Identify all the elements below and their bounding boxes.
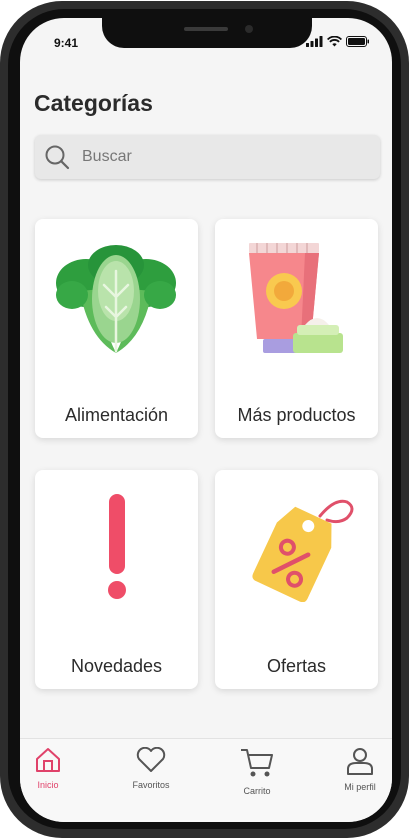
cream-tube-icon <box>249 243 343 353</box>
exclamation-icon <box>108 494 126 599</box>
page-title: Categorías <box>34 90 153 116</box>
category-label: Más productos <box>237 405 356 425</box>
category-card-alimentacion[interactable]: Alimentación <box>35 219 198 438</box>
search-input[interactable] <box>80 147 364 167</box>
status-time: 9:41 <box>54 36 79 50</box>
tab-label: Inicio <box>37 780 59 790</box>
tab-label: Mi perfil <box>344 782 376 792</box>
cart-icon <box>241 749 273 777</box>
lettuce-icon <box>56 245 176 353</box>
category-card-novedades[interactable]: Novedades <box>35 470 198 689</box>
discount-tag-icon <box>252 499 354 602</box>
tab-label: Carrito <box>243 786 271 796</box>
front-camera <box>245 25 253 33</box>
category-label: Alimentación <box>64 405 169 425</box>
notch <box>102 18 312 48</box>
user-icon <box>347 748 373 775</box>
category-label: Ofertas <box>266 656 327 676</box>
tab-mi-perfil[interactable]: Mi perfil <box>320 747 392 792</box>
search-bar[interactable] <box>35 135 380 179</box>
heart-icon <box>136 746 166 772</box>
tab-favoritos[interactable]: Favoritos <box>111 746 191 790</box>
tab-inicio[interactable]: Inicio <box>20 747 88 790</box>
status-icons <box>306 36 370 47</box>
search-icon[interactable] <box>44 144 70 170</box>
phone-mockup: 9:41 Categorías Buscar Alimentación Más … <box>0 0 411 840</box>
category-label: Novedades <box>70 656 163 676</box>
home-icon <box>36 748 60 772</box>
category-card-mas-productos[interactable]: Más productos <box>215 219 378 438</box>
category-card-ofertas[interactable]: Ofertas <box>215 470 378 689</box>
bottom-tab-bar: Inicio Favoritos Carrito Mi perfil <box>20 738 392 822</box>
wifi-icon <box>327 36 342 47</box>
tab-label: Favoritos <box>132 780 170 790</box>
battery-icon <box>346 36 369 47</box>
speaker <box>184 27 228 31</box>
app-screen: 9:41 Categorías Buscar Alimentación Más … <box>20 18 392 822</box>
tab-carrito[interactable]: Carrito <box>217 747 297 796</box>
